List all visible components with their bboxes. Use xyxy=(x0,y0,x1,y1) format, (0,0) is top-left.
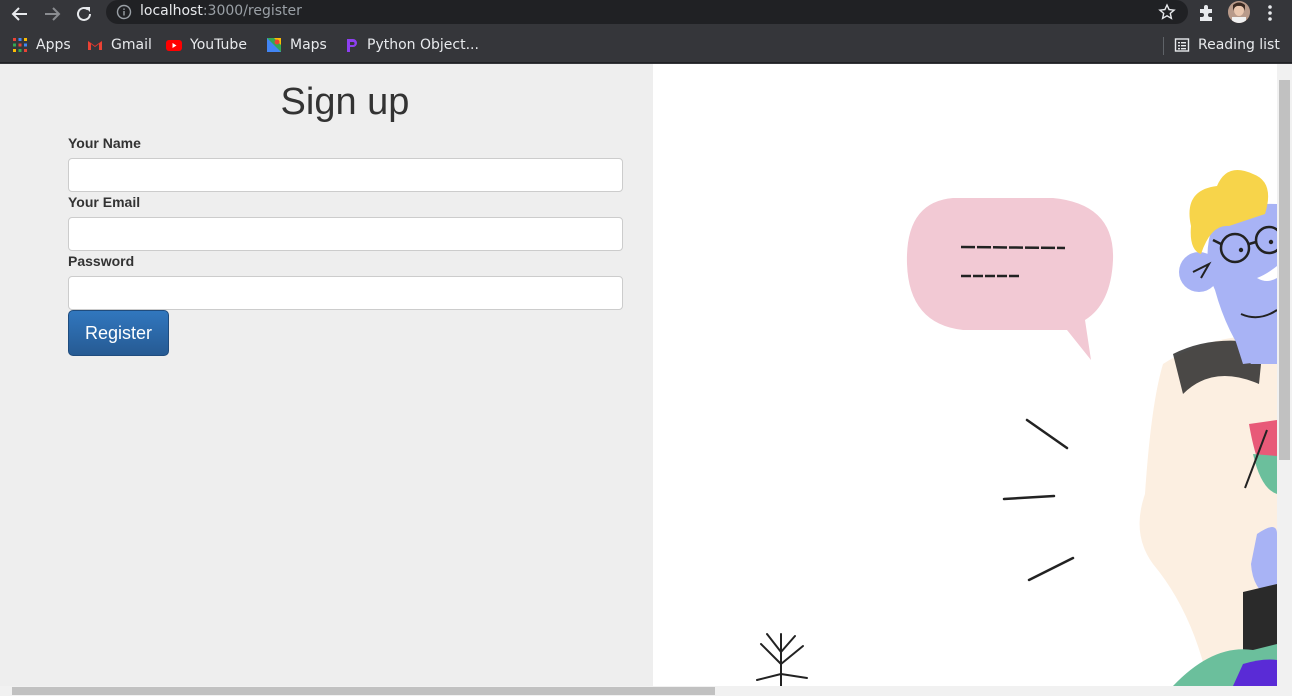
vertical-scroll-thumb[interactable] xyxy=(1279,80,1290,460)
url-host: localhost xyxy=(140,3,203,19)
bookmarks-divider xyxy=(1163,37,1164,55)
signup-panel: Sign up Your Name Your Email Password Re… xyxy=(0,64,653,696)
forward-icon[interactable] xyxy=(40,2,64,26)
extensions-icon[interactable] xyxy=(1196,3,1216,23)
person-illustration xyxy=(1139,170,1277,686)
bookmark-label: Apps xyxy=(36,37,71,53)
register-button[interactable]: Register xyxy=(68,310,169,356)
name-input[interactable] xyxy=(68,158,623,192)
url-text: localhost:3000/register xyxy=(140,3,302,19)
apps-grid-icon xyxy=(12,37,28,53)
bookmark-youtube[interactable]: YouTube xyxy=(166,36,247,54)
bookmark-site-icon xyxy=(343,37,359,53)
url-path: :3000/register xyxy=(202,3,302,19)
name-label: Your Name xyxy=(68,135,141,151)
gmail-icon xyxy=(87,37,103,53)
bookmark-star-icon[interactable] xyxy=(1158,3,1176,21)
page-viewport: Sign up Your Name Your Email Password Re… xyxy=(0,64,1292,696)
horizontal-scrollbar[interactable] xyxy=(0,686,1277,696)
reading-list-icon xyxy=(1174,37,1190,53)
bookmark-label: Maps xyxy=(290,37,327,53)
address-bar[interactable]: localhost:3000/register xyxy=(106,0,1188,24)
password-input[interactable] xyxy=(68,276,623,310)
back-icon[interactable] xyxy=(8,2,32,26)
profile-avatar[interactable] xyxy=(1228,1,1250,23)
page-title: Sign up xyxy=(280,81,410,123)
reading-list-button[interactable]: Reading list xyxy=(1174,36,1280,54)
plant-illustration xyxy=(756,633,808,686)
bookmark-apps[interactable]: Apps xyxy=(12,36,71,54)
speech-bubble-illustration xyxy=(906,198,1114,360)
bookmark-maps[interactable]: Maps xyxy=(266,36,327,54)
motion-lines-illustration xyxy=(1002,418,1075,582)
vertical-scrollbar[interactable] xyxy=(1277,64,1292,696)
maps-icon xyxy=(266,37,282,53)
signup-illustration xyxy=(756,170,1277,686)
bookmark-python[interactable]: Python Object... xyxy=(343,36,479,54)
reload-icon[interactable] xyxy=(72,2,96,26)
bookmark-label: Python Object... xyxy=(367,37,479,53)
info-icon[interactable] xyxy=(116,4,132,20)
bookmark-label: YouTube xyxy=(190,37,247,53)
email-label: Your Email xyxy=(68,194,141,210)
email-input[interactable] xyxy=(68,217,623,251)
illustration-panel xyxy=(653,64,1277,686)
bookmarks-bar: Apps Gmail YouTube Maps Python Object...… xyxy=(0,28,1292,63)
bookmark-gmail[interactable]: Gmail xyxy=(87,36,152,54)
youtube-icon xyxy=(166,37,182,53)
kebab-menu-icon[interactable] xyxy=(1260,3,1280,23)
reading-list-label: Reading list xyxy=(1198,37,1280,53)
browser-toolbar: localhost:3000/register xyxy=(0,0,1292,28)
bookmark-label: Gmail xyxy=(111,37,152,53)
password-label: Password xyxy=(68,253,135,269)
horizontal-scroll-thumb[interactable] xyxy=(12,687,715,695)
